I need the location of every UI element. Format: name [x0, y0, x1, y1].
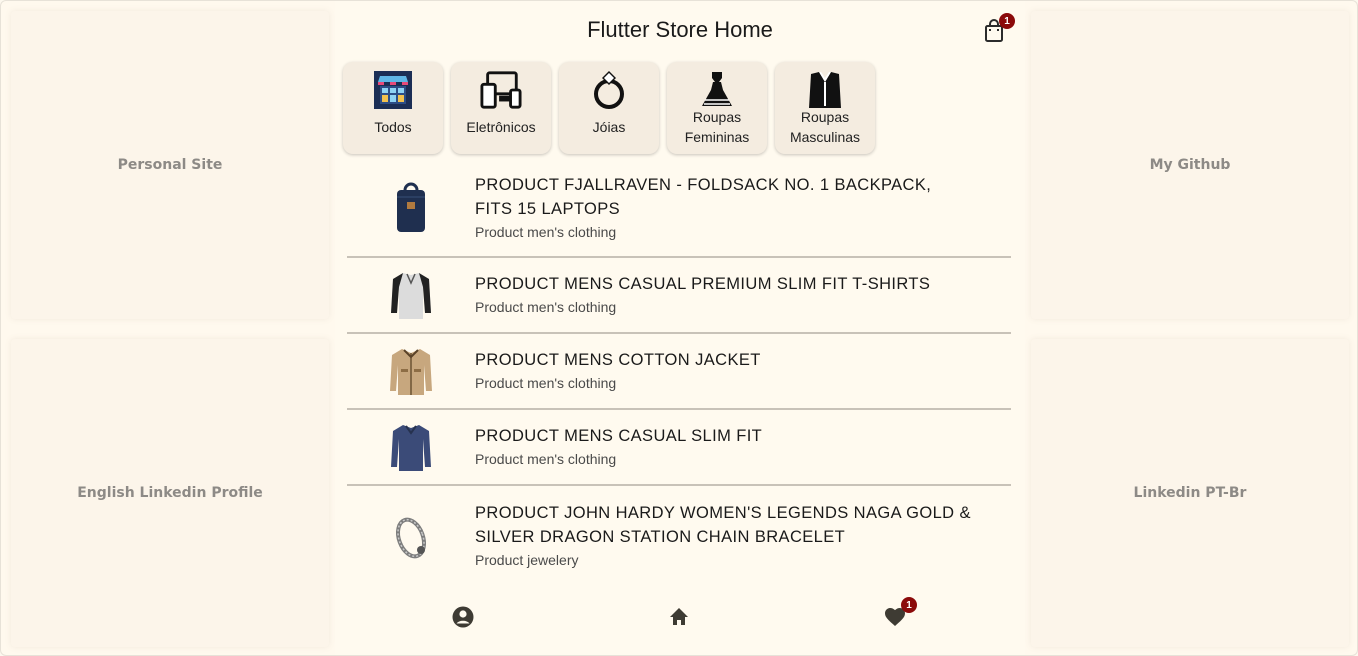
- favorites-badge: 1: [901, 597, 917, 613]
- product-row[interactable]: PRODUCT MENS CASUAL PREMIUM SLIM FIT T-S…: [347, 258, 1011, 334]
- category-bar: Todos Eletrônicos Jóias Roupas Femininas…: [343, 62, 875, 154]
- personal-site-link[interactable]: Personal Site: [11, 11, 329, 319]
- bottom-navigation: 1: [335, 591, 1025, 641]
- profile-nav-button[interactable]: [451, 605, 475, 629]
- product-title: PRODUCT FJALLRAVEN - FOLDSACK NO. 1 BACK…: [475, 175, 932, 218]
- product-category: Product jewelery: [475, 552, 579, 568]
- category-label: Roupas Masculinas: [789, 109, 861, 145]
- cart-button[interactable]: 1: [981, 13, 1015, 45]
- personal-site-label: Personal Site: [117, 157, 223, 173]
- product-title: PRODUCT JOHN HARDY WOMEN'S LEGENDS NAGA …: [475, 504, 971, 546]
- page-title: Flutter Store Home: [587, 17, 773, 42]
- category-label: Jóias: [592, 119, 626, 135]
- category-label: Eletrônicos: [466, 119, 536, 135]
- product-category: Product men's clothing: [475, 299, 617, 315]
- store-app: Flutter Store Home 1 Todos Eletrônicos J…: [335, 1, 1025, 655]
- product-row[interactable]: PRODUCT MENS CASUAL SLIM FIT Product men…: [347, 410, 1011, 486]
- backpack-image: [347, 182, 475, 234]
- app-bar: Flutter Store Home 1: [335, 1, 1025, 59]
- category-roupas-masculinas[interactable]: Roupas Masculinas: [775, 62, 875, 154]
- tshirt-image: [347, 269, 475, 321]
- account-circle-icon: [452, 606, 474, 628]
- category-label: Roupas Femininas: [684, 109, 750, 145]
- category-roupas-femininas[interactable]: Roupas Femininas: [667, 62, 767, 154]
- devices-icon: [480, 69, 522, 111]
- github-link[interactable]: My Github: [1031, 11, 1349, 319]
- category-todos[interactable]: Todos: [343, 62, 443, 154]
- linkedin-ptbr-label: Linkedin PT-Br: [1133, 485, 1247, 501]
- store-icon: [372, 69, 414, 111]
- dress-icon: [696, 69, 738, 111]
- ring-icon: [588, 69, 630, 111]
- linkedin-ptbr-link[interactable]: Linkedin PT-Br: [1031, 339, 1349, 647]
- product-row[interactable]: PRODUCT MENS COTTON JACKET Product men's…: [347, 334, 1011, 410]
- page: Personal Site English Linkedin Profile M…: [0, 0, 1358, 656]
- product-row[interactable]: PRODUCT FJALLRAVEN - FOLDSACK NO. 1 BACK…: [347, 159, 1011, 258]
- product-category: Product men's clothing: [475, 375, 617, 391]
- longsleeve-image: [347, 421, 475, 473]
- product-list: PRODUCT FJALLRAVEN - FOLDSACK NO. 1 BACK…: [347, 159, 1011, 586]
- cart-badge: 1: [999, 13, 1015, 29]
- product-title: PRODUCT MENS CASUAL PREMIUM SLIM FIT T-S…: [475, 275, 931, 293]
- product-row[interactable]: PRODUCT JOHN HARDY WOMEN'S LEGENDS NAGA …: [347, 486, 1011, 586]
- product-title: PRODUCT MENS CASUAL SLIM FIT: [475, 427, 763, 445]
- category-joias[interactable]: Jóias: [559, 62, 659, 154]
- home-icon: [670, 608, 688, 625]
- product-category: Product men's clothing: [475, 223, 617, 240]
- english-linkedin-link[interactable]: English Linkedin Profile: [11, 339, 329, 647]
- bracelet-image: [347, 510, 475, 562]
- jacket-image: [347, 345, 475, 397]
- english-linkedin-label: English Linkedin Profile: [77, 485, 263, 501]
- suit-icon: [804, 69, 846, 111]
- product-category: Product men's clothing: [475, 451, 617, 467]
- category-eletronicos[interactable]: Eletrônicos: [451, 62, 551, 154]
- category-label: Todos: [374, 119, 412, 135]
- product-title: PRODUCT MENS COTTON JACKET: [475, 351, 761, 369]
- home-nav-button[interactable]: [667, 605, 691, 629]
- github-label: My Github: [1149, 157, 1231, 173]
- favorites-nav-button[interactable]: 1: [883, 597, 917, 629]
